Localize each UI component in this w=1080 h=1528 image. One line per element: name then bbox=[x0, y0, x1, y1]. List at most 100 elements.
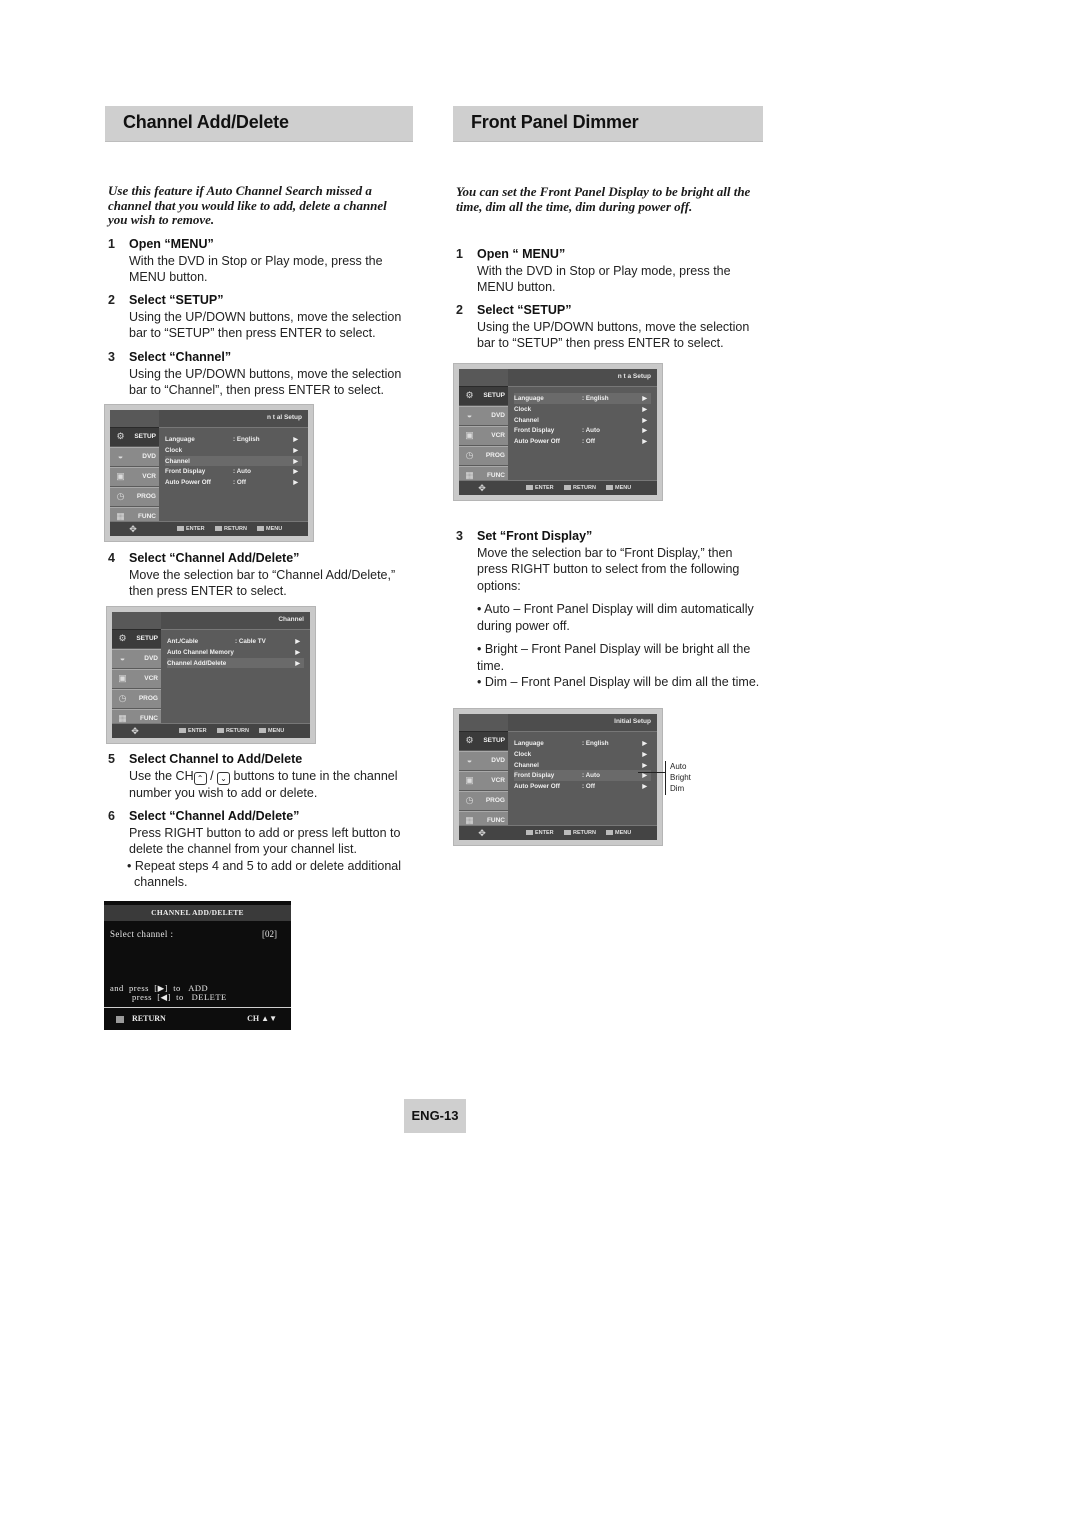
step-4: 4 Select “Channel Add/Delete” Move the s… bbox=[108, 550, 408, 600]
step-number: 3 bbox=[456, 529, 463, 543]
osd-menu-row[interactable]: Front Display: Auto ▶ bbox=[514, 425, 651, 436]
osd-menu-row[interactable]: Channel ▶ bbox=[514, 760, 651, 771]
osd-sidebar-item-setup[interactable]: ⚙ SETUP bbox=[110, 427, 159, 446]
osd-row-value: : Cable TV bbox=[235, 638, 266, 645]
step-body: Press RIGHT button to add or press left … bbox=[129, 825, 401, 857]
osd-menu-row[interactable]: Clock ▶ bbox=[514, 404, 651, 415]
osd-topbar-left bbox=[110, 410, 159, 427]
vcr-icon: ▣ bbox=[118, 673, 127, 683]
option-bright: • Bright – Front Panel Display will be b… bbox=[477, 641, 762, 674]
osd-sidebar-label: DVD bbox=[144, 655, 158, 662]
footer-hint-label: MENU bbox=[615, 830, 632, 836]
step-number: 5 bbox=[108, 752, 115, 766]
osd-sidebar-item-vcr[interactable]: ▣ VCR bbox=[459, 771, 508, 790]
osd-menu-row[interactable]: Front Display: Auto ▶ bbox=[165, 466, 302, 477]
osd-menu-row[interactable]: Channel ▶ bbox=[514, 415, 651, 426]
osd-sidebar-item-prog[interactable]: ◷ PROG bbox=[459, 791, 508, 810]
osd-topbar: n t a Setup bbox=[459, 369, 657, 387]
osd-screen: n t a Setup ⚙ SETUP ◒ DVD ▣ VCR ◷ PROG ▦ FUNC Langu… bbox=[459, 369, 657, 495]
section-title: Channel Add/Delete bbox=[123, 112, 289, 132]
osd-menu-row[interactable]: Auto Power Off: Off ▶ bbox=[165, 477, 302, 488]
arrow-right-icon: ▶ bbox=[295, 660, 300, 667]
osd-sidebar-label: SETUP bbox=[483, 392, 505, 399]
osd-menu-row[interactable]: Language: English ▶ bbox=[165, 434, 302, 445]
osd-menu-rows: Language: English ▶ Clock ▶ Channel ▶ Front Di… bbox=[165, 434, 302, 488]
option-text: Front Panel Display will be dim all the … bbox=[520, 675, 760, 689]
osd-sidebar-label: FUNC bbox=[486, 472, 505, 479]
osd-menu-row[interactable]: Clock ▶ bbox=[514, 749, 651, 760]
section-title: Front Panel Dimmer bbox=[471, 112, 639, 132]
footer-hint-label: RETURN bbox=[226, 728, 249, 734]
osd-row-value: : Off bbox=[582, 438, 595, 446]
setup-icon: ⚙ bbox=[118, 633, 127, 643]
prog-icon: ◷ bbox=[116, 491, 125, 501]
osd-row-label: Front Display bbox=[165, 468, 206, 476]
osd-menu-rows: Language: English ▶ Clock ▶ Channel ▶ Front Di… bbox=[514, 393, 651, 447]
osd-sidebar-label: FUNC bbox=[486, 817, 505, 824]
osd-sidebar-item-vcr[interactable]: ▣ VCR bbox=[459, 426, 508, 445]
footer-hint-label: ENTER bbox=[186, 526, 205, 532]
osd-row-label: Auto Channel Memory bbox=[167, 648, 234, 656]
osd-menu-row[interactable]: Language: English ▶ bbox=[514, 738, 651, 749]
footer-hint-enter: ENTER bbox=[177, 526, 205, 532]
footer-hint-enter: ENTER bbox=[526, 485, 554, 491]
osd-sidebar-item-dvd[interactable]: ◒ DVD bbox=[110, 447, 159, 466]
osd-footer: ✥ ENTER RETURN MENU bbox=[459, 825, 657, 840]
osd-menu-row[interactable]: Channel ▶ bbox=[165, 455, 302, 467]
arrow-right-icon: ▶ bbox=[642, 773, 647, 780]
menu-key-icon bbox=[606, 830, 613, 836]
osd-initial-setup-menu: Initial Setup ⚙ SETUP ◒ DVD ▣ VCR ◷ PROG ▦ FUNC Lan… bbox=[453, 708, 663, 846]
osd-menu-row[interactable]: Ant./Cable: Cable TV ▶ bbox=[167, 636, 304, 647]
osd-sidebar-item-setup[interactable]: ⚙ SETUP bbox=[112, 629, 161, 648]
osd-sidebar-label: DVD bbox=[142, 453, 156, 460]
osd-sidebar-item-dvd[interactable]: ◒ DVD bbox=[112, 649, 161, 668]
osd-row-value: : Auto bbox=[233, 468, 251, 476]
callout-bright: Bright bbox=[670, 773, 691, 782]
osd-sidebar-item-dvd[interactable]: ◒ DVD bbox=[459, 751, 508, 770]
return-key-icon bbox=[215, 526, 222, 532]
osd-menu-row[interactable]: Language: English ▶ bbox=[514, 393, 651, 404]
osd-screen: Initial Setup ⚙ SETUP ◒ DVD ▣ VCR ◷ PROG ▦ FUNC Lan… bbox=[459, 714, 657, 840]
footer-hint-menu: MENU bbox=[257, 526, 282, 532]
step-body: Using the UP/DOWN buttons, move the sele… bbox=[129, 366, 402, 398]
osd-setup-menu: n t al Setup ⚙ SETUP ◒ DVD ▣ VCR ◷ PROG ▦ FUNC Lang… bbox=[104, 404, 314, 542]
osd-sidebar-item-vcr[interactable]: ▣ VCR bbox=[110, 467, 159, 486]
prog-icon: ◷ bbox=[465, 795, 474, 805]
channel-value: [02] bbox=[262, 929, 277, 939]
return-label: RETURN bbox=[132, 1014, 166, 1023]
osd-menu-row[interactable]: Channel Add/Delete ▶ bbox=[167, 657, 304, 669]
osd-sidebar-item-prog[interactable]: ◷ PROG bbox=[112, 689, 161, 708]
osd-sidebar-item-prog[interactable]: ◷ PROG bbox=[459, 446, 508, 465]
step-number: 2 bbox=[456, 303, 463, 317]
step-body: With the DVD in Stop or Play mode, press… bbox=[129, 253, 383, 285]
footer-hint-label: MENU bbox=[615, 485, 632, 491]
osd-menu-row[interactable]: Auto Power Off: Off ▶ bbox=[514, 781, 651, 792]
osd-menu-row[interactable]: Auto Channel Memory ▶ bbox=[167, 647, 304, 658]
osd-menu-row[interactable]: Auto Power Off: Off ▶ bbox=[514, 436, 651, 447]
step-1: 1 Open “ MENU” With the DVD in Stop or P… bbox=[456, 246, 762, 296]
osd-sidebar-item-setup[interactable]: ⚙ SETUP bbox=[459, 731, 508, 750]
intro-text: You can set the Front Panel Display to b… bbox=[456, 184, 751, 214]
step-number: 3 bbox=[108, 350, 115, 364]
osd-menu-row[interactable]: Front Display: Auto ▶ bbox=[514, 770, 651, 782]
ch-down-icon: ⌄ bbox=[217, 771, 231, 785]
step-2: 2 Select “SETUP” Using the UP/DOWN butto… bbox=[456, 302, 762, 352]
step-body: With the DVD in Stop or Play mode, press… bbox=[477, 263, 731, 295]
osd-topbar-left bbox=[459, 714, 508, 731]
step-number: 1 bbox=[456, 247, 463, 261]
osd-sidebar-item-dvd[interactable]: ◒ DVD bbox=[459, 406, 508, 425]
ch-hint: CH ▲▼ bbox=[247, 1014, 277, 1023]
step-heading: Select “SETUP” bbox=[129, 293, 224, 307]
dvd-icon: ◒ bbox=[466, 410, 473, 420]
osd-row-label: Front Display bbox=[514, 427, 555, 435]
nav-pad-icon: ✥ bbox=[129, 524, 137, 534]
osd-sidebar-item-vcr[interactable]: ▣ VCR bbox=[112, 669, 161, 688]
osd-sidebar-item-setup[interactable]: ⚙ SETUP bbox=[459, 386, 508, 405]
osd-footer: ✥ ENTER RETURN MENU bbox=[112, 723, 310, 738]
prog-icon: ◷ bbox=[118, 693, 127, 703]
osd-sidebar-label: SETUP bbox=[134, 433, 156, 440]
osd-menu-row[interactable]: Clock ▶ bbox=[165, 445, 302, 456]
osd-sidebar-item-prog[interactable]: ◷ PROG bbox=[110, 487, 159, 506]
setup-icon: ⚙ bbox=[116, 431, 125, 441]
osd-sidebar: ⚙ SETUP ◒ DVD ▣ VCR ◷ PROG ▦ FUNC bbox=[112, 629, 161, 729]
